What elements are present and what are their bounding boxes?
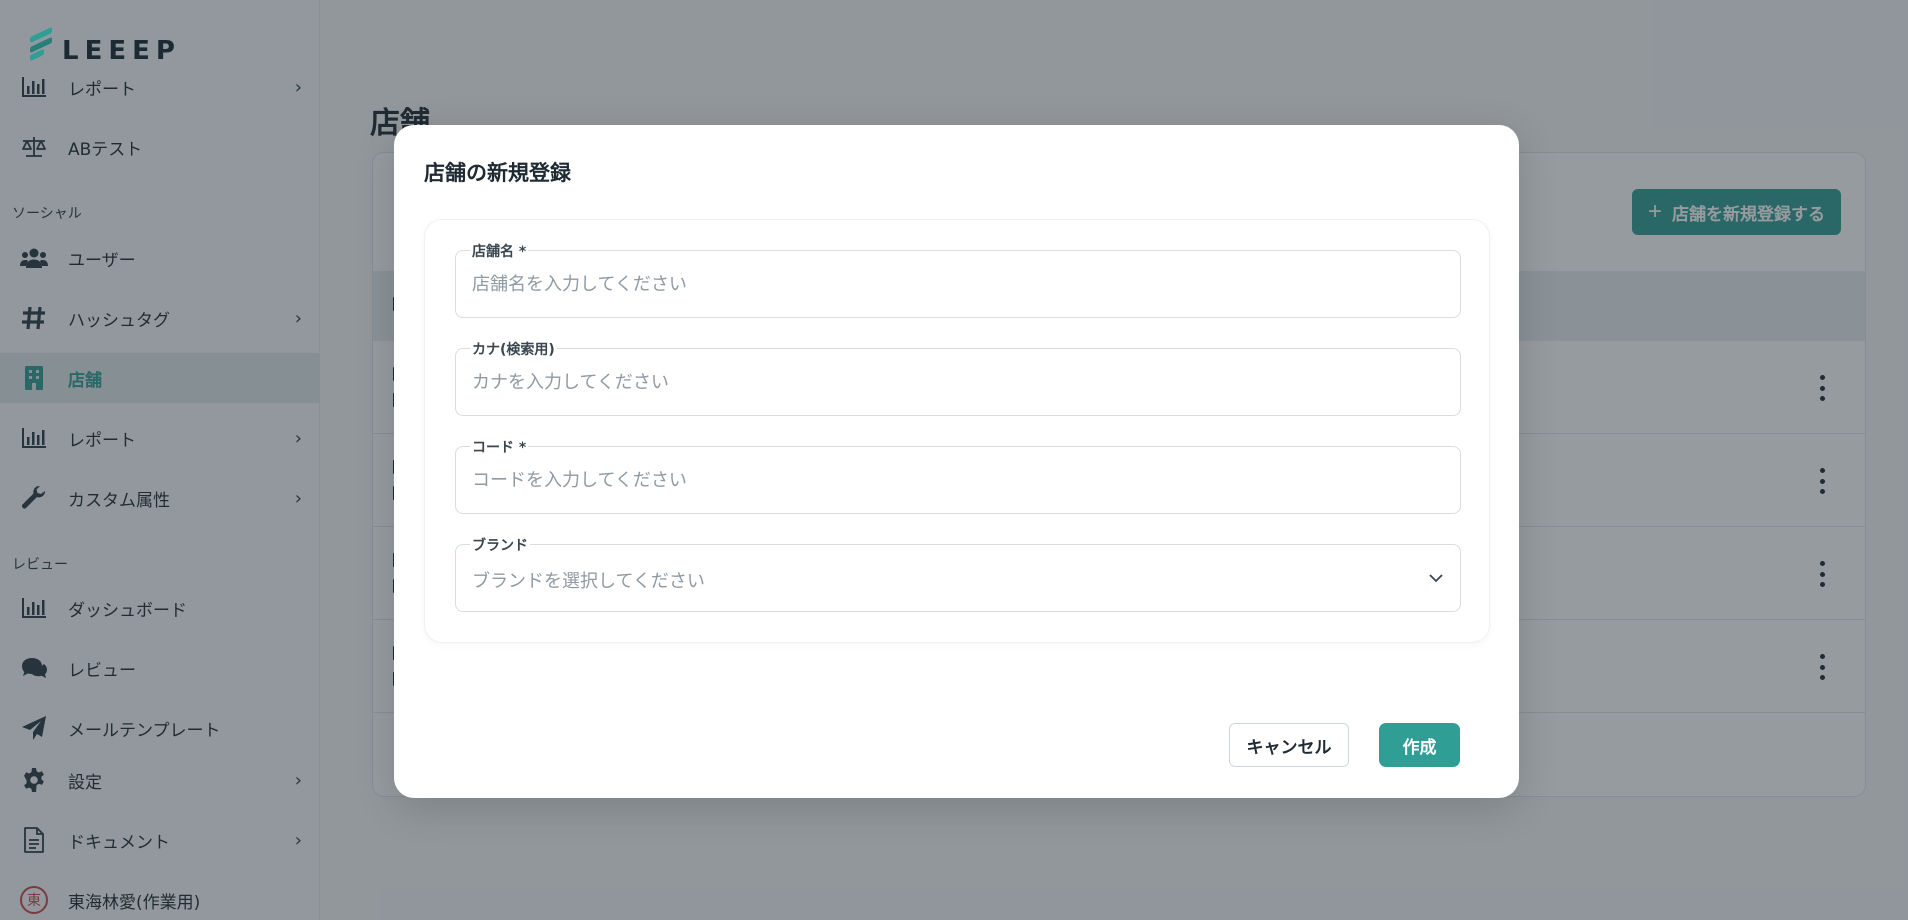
code-field: コード *: [455, 437, 1461, 514]
kana-input[interactable]: [472, 349, 1444, 415]
brand-select-placeholder: ブランドを選択してください: [472, 571, 705, 592]
chevron-down-icon: [1428, 569, 1444, 588]
store-name-field: 店舗名 *: [455, 241, 1461, 318]
form-card: 店舗名 * カナ(検索用) コード * ブランド ブランドを選択してください: [424, 219, 1490, 643]
code-input[interactable]: [472, 447, 1444, 513]
logo-text: LEEEP: [62, 36, 181, 66]
new-store-dialog: 店舗の新規登録 店舗名 * カナ(検索用) コード * ブランド ブランドを選択…: [394, 125, 1519, 798]
logo-mark-icon: [28, 26, 56, 64]
kana-field: カナ(検索用): [455, 339, 1461, 416]
brand-label: ブランド: [470, 535, 530, 555]
create-button[interactable]: 作成: [1379, 723, 1460, 767]
store-name-input[interactable]: [472, 251, 1444, 317]
app-logo[interactable]: LEEEP: [28, 26, 181, 66]
brand-select[interactable]: ブランド ブランドを選択してください: [455, 535, 1461, 612]
cancel-button[interactable]: キャンセル: [1229, 723, 1349, 767]
dialog-title: 店舗の新規登録: [424, 161, 571, 185]
